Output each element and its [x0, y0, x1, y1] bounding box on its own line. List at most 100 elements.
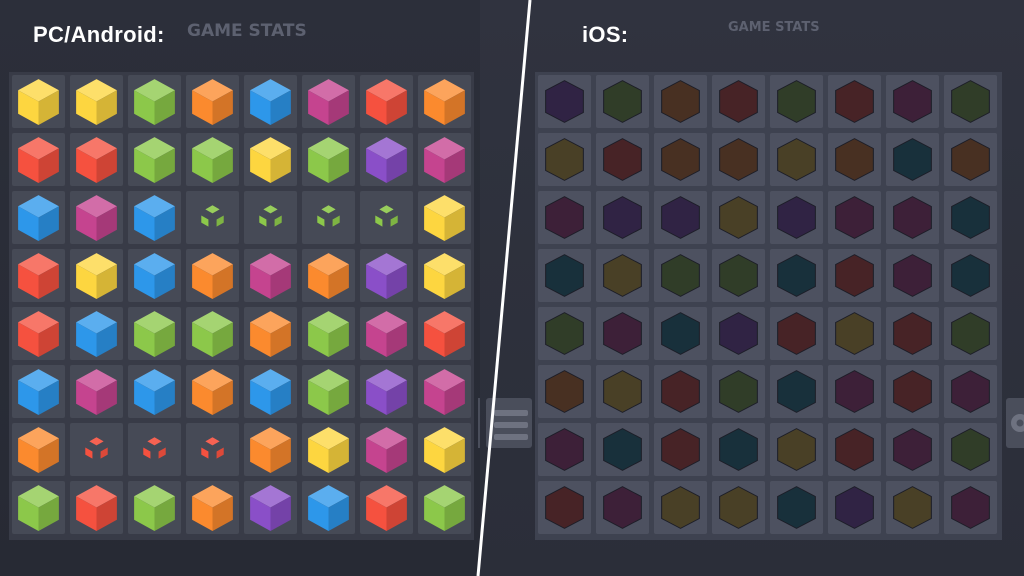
board-tile[interactable]: [12, 133, 65, 186]
board-tile[interactable]: [244, 481, 297, 534]
board-tile[interactable]: [712, 249, 765, 302]
board-tile[interactable]: [302, 481, 355, 534]
board-tile[interactable]: [654, 249, 707, 302]
game-stats-button[interactable]: GAME STATS: [728, 20, 820, 35]
board-tile[interactable]: [944, 75, 997, 128]
board-tile[interactable]: [944, 249, 997, 302]
board-tile[interactable]: [244, 423, 297, 476]
board-tile[interactable]: [360, 307, 413, 360]
board-tile[interactable]: [538, 133, 591, 186]
board-tile[interactable]: [12, 249, 65, 302]
board-tile[interactable]: [944, 191, 997, 244]
board-tile[interactable]: [70, 191, 123, 244]
board-tile[interactable]: [770, 191, 823, 244]
board-tile[interactable]: [828, 191, 881, 244]
board-tile[interactable]: [128, 133, 181, 186]
board-tile[interactable]: [128, 191, 181, 244]
board-tile[interactable]: [12, 365, 65, 418]
board-tile[interactable]: [360, 75, 413, 128]
board-tile[interactable]: [302, 191, 355, 244]
board-tile[interactable]: [770, 75, 823, 128]
board-tile[interactable]: [654, 191, 707, 244]
board-tile[interactable]: [12, 191, 65, 244]
board-tile[interactable]: [654, 423, 707, 476]
board-tile[interactable]: [360, 249, 413, 302]
board-tile[interactable]: [596, 423, 649, 476]
board-tile[interactable]: [186, 133, 239, 186]
board-tile[interactable]: [654, 75, 707, 128]
board-tile[interactable]: [302, 133, 355, 186]
board-tile[interactable]: [886, 365, 939, 418]
board-tile[interactable]: [886, 481, 939, 534]
board-tile[interactable]: [596, 133, 649, 186]
game-stats-button[interactable]: GAME STATS: [187, 21, 307, 41]
board-tile[interactable]: [128, 249, 181, 302]
board-tile[interactable]: [418, 481, 471, 534]
board-tile[interactable]: [538, 365, 591, 418]
board-tile[interactable]: [70, 133, 123, 186]
board-tile[interactable]: [244, 365, 297, 418]
board-tile[interactable]: [886, 75, 939, 128]
board-tile[interactable]: [418, 75, 471, 128]
board-tile[interactable]: [302, 75, 355, 128]
board-tile[interactable]: [302, 307, 355, 360]
board-tile[interactable]: [360, 133, 413, 186]
board-tile[interactable]: [302, 423, 355, 476]
board-tile[interactable]: [712, 481, 765, 534]
board-tile[interactable]: [944, 307, 997, 360]
board-tile[interactable]: [70, 75, 123, 128]
board-tile[interactable]: [418, 133, 471, 186]
board-tile[interactable]: [944, 481, 997, 534]
board-tile[interactable]: [770, 307, 823, 360]
board-tile[interactable]: [886, 423, 939, 476]
board-tile[interactable]: [828, 75, 881, 128]
board-tile[interactable]: [244, 133, 297, 186]
board-tile[interactable]: [654, 133, 707, 186]
board-tile[interactable]: [186, 365, 239, 418]
board-tile[interactable]: [538, 191, 591, 244]
board-tile[interactable]: [596, 249, 649, 302]
board-tile[interactable]: [244, 191, 297, 244]
board-tile[interactable]: [828, 307, 881, 360]
board-tile[interactable]: [70, 481, 123, 534]
board-tile[interactable]: [128, 307, 181, 360]
board-tile[interactable]: [538, 423, 591, 476]
board-tile[interactable]: [186, 75, 239, 128]
board-tile[interactable]: [596, 365, 649, 418]
board-tile[interactable]: [244, 249, 297, 302]
board-tile[interactable]: [418, 191, 471, 244]
board-tile[interactable]: [70, 249, 123, 302]
board-tile[interactable]: [186, 307, 239, 360]
board-tile[interactable]: [128, 365, 181, 418]
board-tile[interactable]: [302, 365, 355, 418]
board-tile[interactable]: [770, 481, 823, 534]
board-tile[interactable]: [12, 423, 65, 476]
board-tile[interactable]: [654, 481, 707, 534]
board-tile[interactable]: [302, 249, 355, 302]
board-tile[interactable]: [360, 481, 413, 534]
board-tile[interactable]: [360, 191, 413, 244]
board-tile[interactable]: [538, 481, 591, 534]
board-tile[interactable]: [828, 133, 881, 186]
board-tile[interactable]: [944, 365, 997, 418]
board-tile[interactable]: [418, 423, 471, 476]
board-tile[interactable]: [828, 423, 881, 476]
board-tile[interactable]: [712, 133, 765, 186]
board-tile[interactable]: [418, 249, 471, 302]
board-tile[interactable]: [712, 191, 765, 244]
board-tile[interactable]: [770, 249, 823, 302]
board-tile[interactable]: [828, 249, 881, 302]
board-tile[interactable]: [886, 133, 939, 186]
board-tile[interactable]: [712, 307, 765, 360]
board-tile[interactable]: [538, 75, 591, 128]
board-tile[interactable]: [70, 365, 123, 418]
board-tile[interactable]: [538, 249, 591, 302]
board-tile[interactable]: [128, 75, 181, 128]
board-tile[interactable]: [186, 191, 239, 244]
board-tile[interactable]: [244, 75, 297, 128]
board-tile[interactable]: [770, 133, 823, 186]
board-tile[interactable]: [886, 249, 939, 302]
board-tile[interactable]: [712, 75, 765, 128]
board-tile[interactable]: [70, 423, 123, 476]
board-tile[interactable]: [596, 191, 649, 244]
